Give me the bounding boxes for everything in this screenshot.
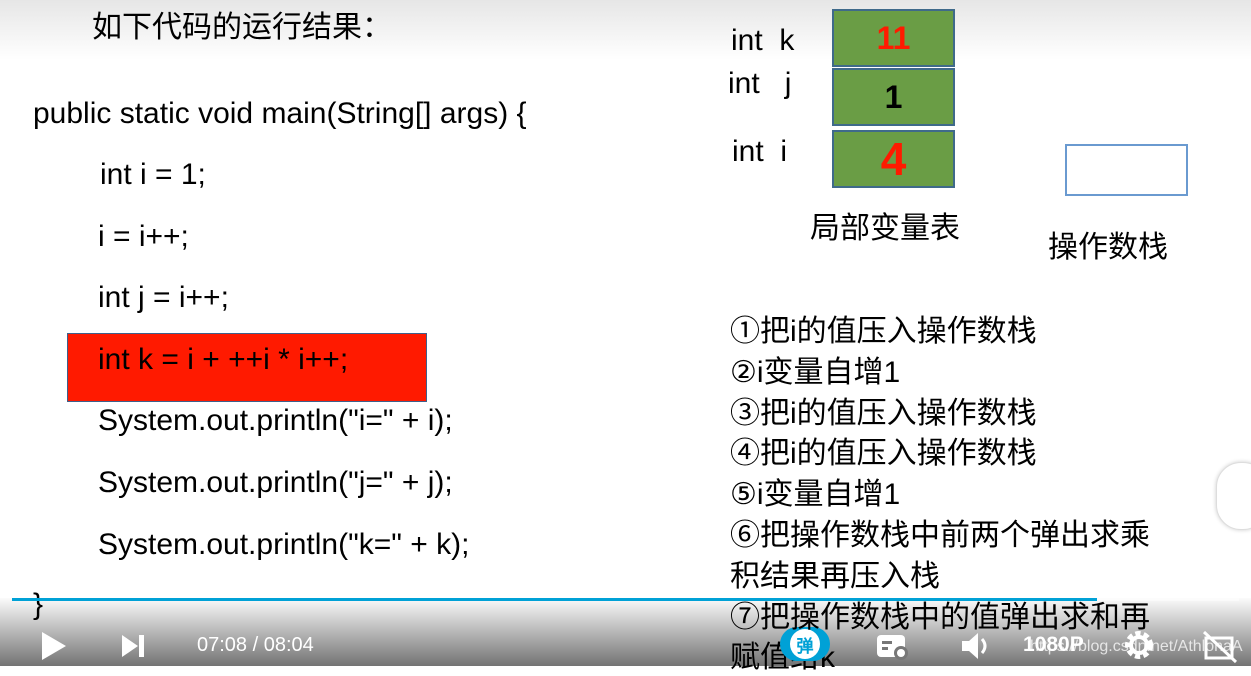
var-value-i: 4 — [880, 133, 907, 185]
var-cell-i: 4 — [832, 130, 955, 188]
next-icon[interactable] — [120, 633, 146, 659]
fullscreen-exit-icon[interactable] — [1200, 628, 1240, 664]
step-item: ①把i的值压入操作数栈 — [730, 315, 1037, 348]
var-cell-k: 11 — [832, 9, 955, 67]
step-item: ④把i的值压入操作数栈 — [730, 437, 1037, 470]
step-item: 积结果再压入栈 — [730, 560, 940, 593]
side-panel-toggle[interactable] — [1216, 462, 1251, 530]
operand-stack-box — [1065, 144, 1188, 196]
var-cell-j: 1 — [832, 68, 955, 126]
current-time: 07:08 — [197, 634, 248, 656]
code-line: int j = i++; — [98, 281, 229, 314]
time-separator: / — [252, 634, 259, 656]
step-item: ⑤i变量自增1 — [730, 478, 901, 511]
code-line: i = i++; — [98, 220, 189, 253]
step-item: ③把i的值压入操作数栈 — [730, 397, 1037, 430]
var-value-k: 11 — [876, 19, 911, 56]
code-line: public static void main(String[] args) { — [33, 97, 527, 130]
step-item: ②i变量自增1 — [730, 356, 901, 389]
var-value-j: 1 — [884, 78, 903, 115]
step-item: ⑥把操作数栈中前两个弹出求乘 — [730, 519, 1150, 552]
time-display: 07:08 / 08:04 — [197, 634, 314, 657]
duration: 08:04 — [263, 634, 314, 656]
slide-title: 如下代码的运行结果： — [92, 11, 392, 44]
operand-stack-caption: 操作数栈 — [1048, 231, 1168, 264]
code-line: System.out.println("j=" + j); — [98, 466, 453, 499]
danmaku-settings-icon[interactable] — [875, 632, 911, 662]
step-item: ⑦把操作数栈中的值弹出求和再 — [730, 601, 1150, 634]
code-line: System.out.println("k=" + k); — [98, 528, 470, 561]
code-line: System.out.println("i=" + i); — [98, 404, 453, 437]
var-label-k: int k — [731, 24, 795, 57]
local-var-table-caption: 局部变量表 — [810, 212, 960, 245]
var-label-i: int i — [732, 135, 788, 168]
code-line-highlighted: int k = i + ++i * i++; — [98, 343, 349, 376]
var-label-j: int j — [728, 67, 792, 100]
code-line: int i = 1; — [100, 158, 206, 191]
play-icon[interactable] — [40, 630, 68, 662]
